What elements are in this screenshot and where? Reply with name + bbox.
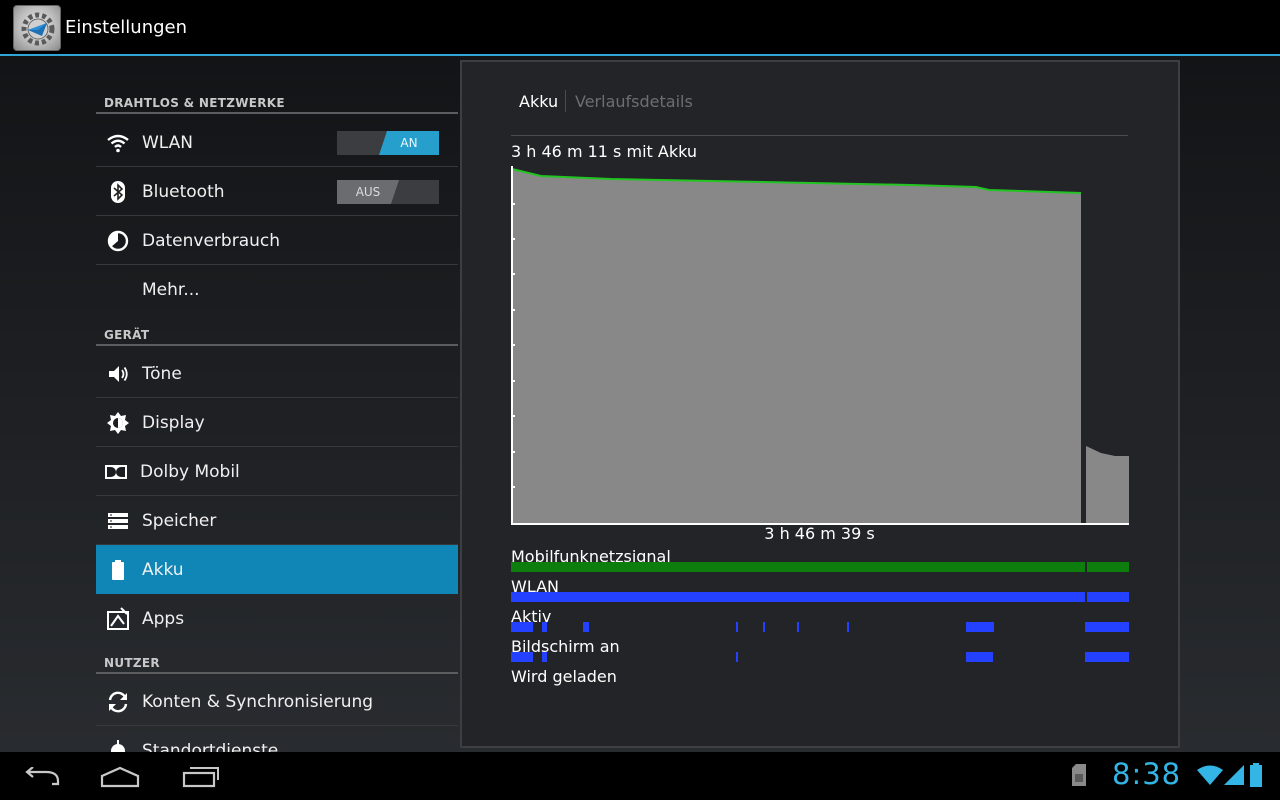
nav-item-more[interactable]: Mehr...	[96, 265, 458, 314]
nav-item-label: Bluetooth	[142, 182, 225, 202]
bluetooth-icon	[111, 181, 125, 203]
nav-item-label: Mehr...	[142, 280, 200, 300]
section-header-wireless: DRAHTLOS & NETZWERKE	[96, 84, 458, 114]
nav-item-bluetooth[interactable]: Bluetooth AUS	[96, 167, 458, 216]
track-segment	[736, 622, 738, 632]
nav-item-label: Apps	[142, 609, 185, 629]
section-header-device: GERÄT	[96, 316, 458, 346]
wifi-status-icon	[1197, 765, 1223, 785]
sync-icon	[108, 691, 128, 713]
tab-separator	[565, 90, 566, 112]
track-active	[511, 622, 1129, 632]
nav-item-label: Akku	[142, 560, 184, 580]
settings-nav-list: DRAHTLOS & NETZWERKE WLAN AN Bluetooth A…	[96, 84, 458, 752]
wifi-icon	[107, 134, 129, 153]
on-battery-duration: 3 h 46 m 11 s mit Akku	[511, 142, 697, 161]
location-icon	[111, 740, 125, 752]
nav-item-accounts-sync[interactable]: Konten & Synchronisierung	[96, 677, 458, 726]
track-segment	[542, 652, 547, 662]
track-screen-on	[511, 652, 1129, 662]
bluetooth-toggle[interactable]: AUS	[337, 180, 439, 204]
nav-item-battery[interactable]: Akku	[96, 545, 458, 594]
system-bar	[0, 752, 1280, 800]
signal-strength-icon	[1224, 765, 1244, 785]
nav-item-label: Dolby Mobil	[140, 462, 240, 482]
track-segment	[511, 562, 1085, 572]
track-segment	[511, 652, 533, 662]
nav-item-dolby[interactable]: Dolby Mobil	[96, 447, 458, 496]
track-segment	[966, 652, 993, 662]
toggle-off-label: AUS	[337, 180, 399, 204]
track-segment	[511, 592, 1085, 602]
battery-level-area	[512, 169, 1081, 524]
storage-icon	[108, 513, 128, 529]
track-segment	[797, 622, 799, 632]
track-segment	[736, 652, 738, 662]
nav-item-label: Töne	[142, 364, 182, 384]
speaker-icon	[109, 366, 128, 382]
nav-item-label: Speicher	[142, 511, 217, 531]
settings-app-icon[interactable]	[13, 5, 61, 51]
elapsed-time: 3 h 46 m 39 s	[764, 524, 875, 543]
track-segment	[1087, 562, 1129, 572]
action-bar: Einstellungen	[0, 0, 1280, 56]
track-wlan	[511, 592, 1129, 602]
nav-item-location[interactable]: Standortdienste	[96, 726, 458, 752]
gear-icon	[21, 12, 55, 46]
battery-level-graph[interactable]	[511, 166, 1129, 526]
nav-item-wlan[interactable]: WLAN AN	[96, 118, 458, 167]
nav-item-display[interactable]: Display	[96, 398, 458, 447]
nav-item-label: Konten & Synchronisierung	[142, 692, 374, 712]
brightness-icon	[107, 412, 129, 434]
section-header-users: NUTZER	[96, 644, 458, 674]
toggle-on-label: AN	[379, 131, 439, 155]
nav-item-label: Standortdienste	[142, 741, 279, 752]
back-icon[interactable]	[22, 767, 60, 787]
battery-charging-area	[1086, 446, 1129, 524]
track-segment	[1085, 652, 1129, 662]
tab-battery[interactable]: Akku	[519, 92, 558, 111]
dolby-icon	[105, 465, 127, 479]
app-title: Einstellungen	[65, 17, 188, 38]
track-segment	[511, 622, 533, 632]
recent-apps-icon[interactable]	[182, 766, 220, 788]
track-segment	[847, 622, 849, 632]
status-clock: 8:38	[1112, 757, 1182, 791]
nav-item-storage[interactable]: Speicher	[96, 496, 458, 545]
nav-item-label: WLAN	[142, 133, 194, 153]
home-icon[interactable]	[100, 766, 140, 788]
track-signal	[511, 562, 1129, 572]
track-segment	[966, 622, 994, 632]
track-segment	[542, 622, 547, 632]
nav-item-data-usage[interactable]: Datenverbrauch	[96, 216, 458, 265]
nav-item-apps[interactable]: Apps	[96, 594, 458, 643]
track-segment	[763, 622, 765, 632]
battery-icon	[112, 560, 124, 580]
nav-item-label: Display	[142, 413, 205, 433]
nav-item-label: Datenverbrauch	[142, 231, 281, 251]
battery-status-icon	[1250, 763, 1262, 787]
track-segment	[1087, 592, 1129, 602]
apps-icon	[107, 607, 129, 630]
data-usage-icon	[107, 230, 129, 252]
nav-item-sounds[interactable]: Töne	[96, 349, 458, 398]
wlan-toggle[interactable]: AN	[337, 131, 439, 155]
tab-history-details[interactable]: Verlaufsdetails	[575, 92, 693, 111]
tab-divider	[511, 135, 1128, 136]
track-segment	[1085, 622, 1129, 632]
track-segment	[583, 622, 589, 632]
track-label-charging: Wird geladen	[511, 667, 617, 686]
battery-detail-panel: Akku Verlaufsdetails 3 h 46 m 11 s mit A…	[460, 60, 1180, 748]
sd-card-icon	[1072, 764, 1086, 786]
